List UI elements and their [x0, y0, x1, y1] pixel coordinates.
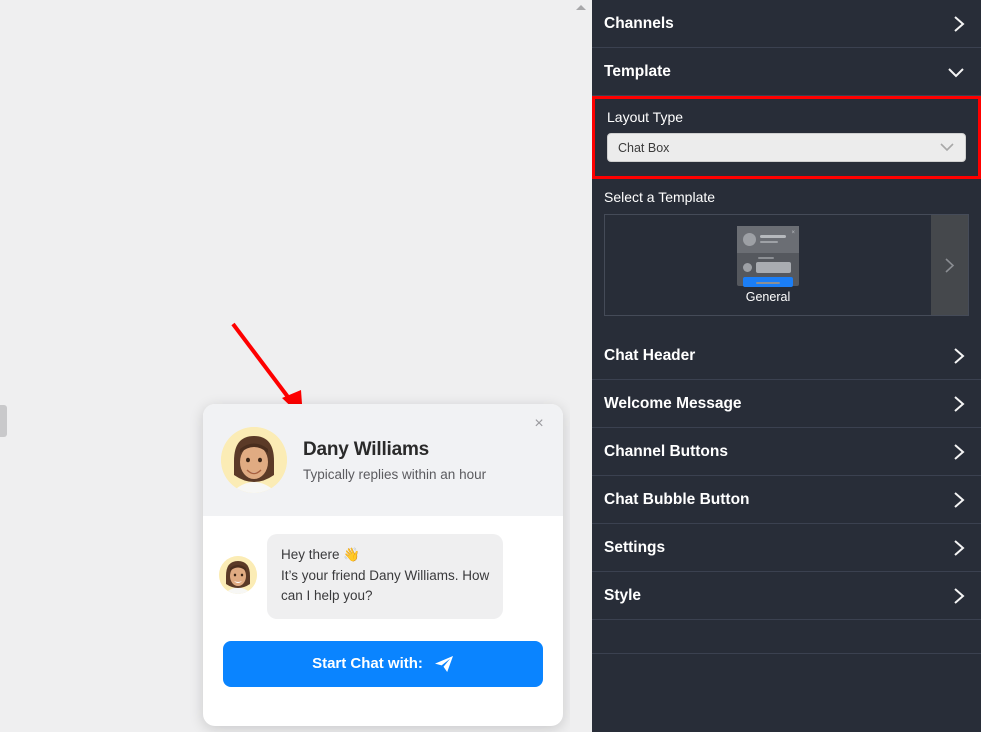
sidebar-item-settings[interactable]: Settings	[592, 524, 981, 572]
start-chat-label: Start Chat with:	[312, 655, 423, 672]
chevron-down-icon	[947, 66, 965, 78]
widget-preview-canvas: Dany Williams Typically replies within a…	[0, 0, 570, 732]
sidebar-item-label: Chat Bubble Button	[604, 491, 750, 509]
left-edge-handle[interactable]	[0, 405, 7, 437]
app-root: Dany Williams Typically replies within a…	[0, 0, 981, 732]
chat-widget-preview: Dany Williams Typically replies within a…	[203, 404, 563, 726]
select-template-group: Select a Template ×	[592, 179, 981, 332]
sidebar-item-chat-header[interactable]: Chat Header	[592, 332, 981, 380]
select-template-heading: Select a Template	[604, 189, 969, 205]
sidebar-item-label: Welcome Message	[604, 395, 742, 413]
chevron-down-icon	[939, 141, 955, 155]
chevron-right-icon	[953, 15, 965, 33]
sidebar-item-template[interactable]: Template	[592, 48, 981, 96]
agent-status: Typically replies within an hour	[303, 467, 486, 482]
message-line-1: Hey there 👋	[281, 545, 489, 566]
template-card-general[interactable]: × General	[605, 215, 931, 315]
sidebar-item-channels[interactable]: Channels	[592, 0, 981, 48]
carousel-next-icon[interactable]	[931, 215, 968, 315]
agent-name: Dany Williams	[303, 439, 486, 461]
sidebar-item-label: Settings	[604, 539, 665, 557]
sidebar-item-chat-bubble-button[interactable]: Chat Bubble Button	[592, 476, 981, 524]
sidebar-item-label: Style	[604, 587, 641, 605]
page-scrollbar[interactable]	[570, 0, 592, 732]
layout-type-select[interactable]: Chat Box	[607, 133, 966, 162]
close-icon[interactable]: ×	[528, 413, 550, 435]
template-card-label: General	[746, 290, 790, 304]
welcome-message-bubble: Hey there 👋 It’s your friend Dany Willia…	[267, 534, 503, 619]
telegram-send-icon	[434, 655, 454, 673]
chevron-right-icon	[953, 347, 965, 365]
agent-avatar	[221, 427, 287, 493]
settings-panel: Channels Template Layout Type Chat Box	[592, 0, 981, 732]
welcome-message-row: Hey there 👋 It’s your friend Dany Willia…	[219, 534, 543, 619]
sidebar-item-welcome-message[interactable]: Welcome Message	[592, 380, 981, 428]
message-line-3: can I help you?	[281, 586, 489, 607]
sidebar-item-label: Template	[604, 63, 671, 81]
template-section-body: Layout Type Chat Box Select a Template	[592, 96, 981, 332]
scroll-up-arrow-icon[interactable]	[576, 5, 586, 10]
start-chat-button[interactable]: Start Chat with:	[223, 641, 543, 687]
chat-widget-body: Hey there 👋 It’s your friend Dany Willia…	[203, 516, 563, 619]
message-line-2: It’s your friend Dany Williams. How	[281, 566, 489, 587]
sidebar-item-label: Channel Buttons	[604, 443, 728, 461]
message-avatar	[219, 556, 257, 594]
sidebar-item-label: Channels	[604, 15, 674, 33]
layout-type-label: Layout Type	[607, 109, 966, 125]
chevron-right-icon	[953, 491, 965, 509]
chevron-right-icon	[953, 587, 965, 605]
chevron-right-icon	[953, 443, 965, 461]
agent-info: Dany Williams Typically replies within a…	[303, 439, 486, 482]
chat-box-thumbnail-icon: ×	[737, 226, 799, 286]
template-carousel: × General	[604, 214, 969, 316]
layout-type-value: Chat Box	[618, 141, 669, 155]
panel-filler-row	[592, 620, 981, 654]
sidebar-item-channel-buttons[interactable]: Channel Buttons	[592, 428, 981, 476]
chevron-right-icon	[953, 395, 965, 413]
sidebar-item-style[interactable]: Style	[592, 572, 981, 620]
layout-type-highlight-group: Layout Type Chat Box	[592, 96, 981, 179]
chevron-right-icon	[953, 539, 965, 557]
chat-widget-header: Dany Williams Typically replies within a…	[203, 404, 563, 516]
sidebar-item-label: Chat Header	[604, 347, 695, 365]
